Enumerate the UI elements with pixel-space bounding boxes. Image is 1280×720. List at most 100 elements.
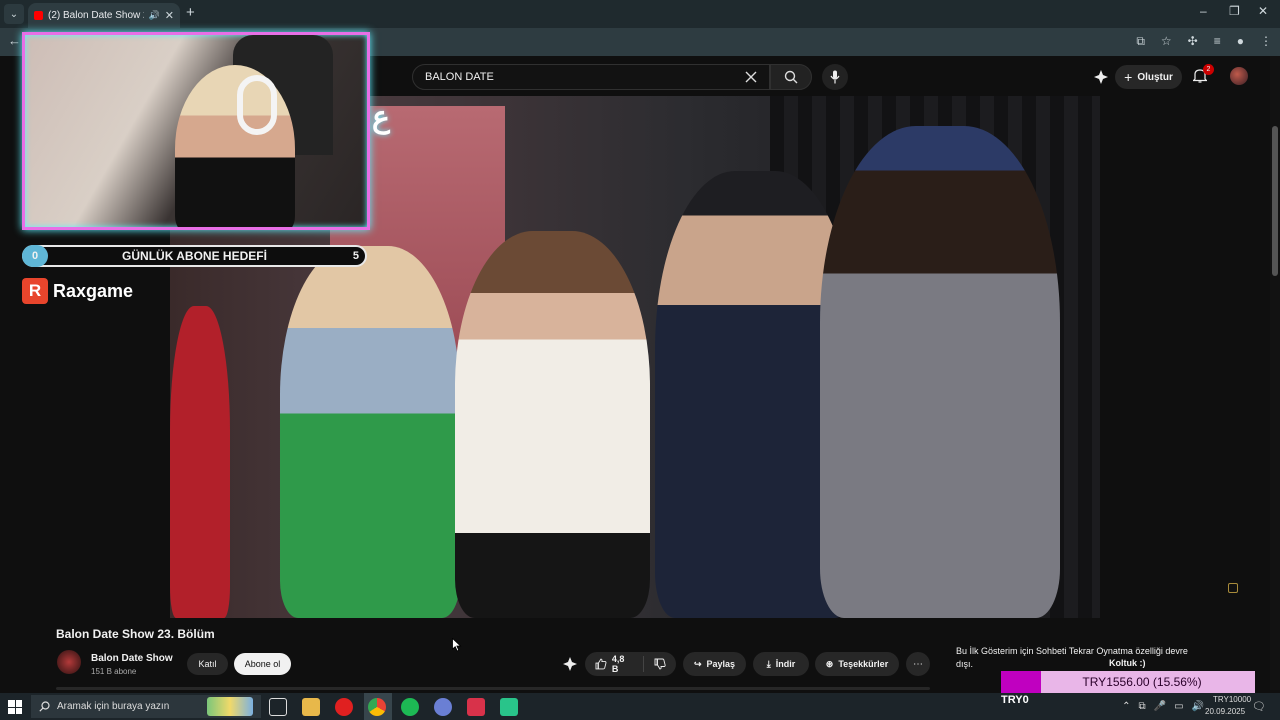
opera-icon[interactable] bbox=[335, 698, 353, 716]
dislike-button[interactable] bbox=[644, 658, 676, 670]
headset bbox=[237, 75, 277, 135]
bookmark-star-icon[interactable]: ☆ bbox=[1161, 34, 1172, 49]
streamer-webcam bbox=[22, 32, 370, 230]
video-person-green-dress bbox=[280, 246, 460, 618]
system-tray: ⌃ ⧉ 🎤 ▭ 🔊 bbox=[1122, 701, 1204, 712]
channel-name[interactable]: Balon Date Show bbox=[91, 653, 173, 664]
donation-goal-bar: TRY1556.00 (15.56%) bbox=[1001, 671, 1255, 693]
download-button[interactable]: ⤓ İndir bbox=[753, 652, 809, 676]
notification-center-icon[interactable]: 🗨 bbox=[1252, 700, 1266, 713]
search-query: BALON DATE bbox=[425, 71, 494, 83]
display-icon[interactable]: ▭ bbox=[1174, 701, 1183, 712]
overlay-decoration-icon: ع bbox=[372, 101, 390, 134]
browser-tab[interactable]: (2) Balon Date Show 23. Bölüm 🔊 ✕ bbox=[28, 3, 180, 28]
thanks-button[interactable]: ⊛ Teşekkürler bbox=[815, 652, 899, 676]
goal-label: GÜNLÜK ABONE HEDEFİ bbox=[122, 249, 267, 263]
windows-start-icon[interactable] bbox=[8, 700, 22, 714]
share-button[interactable]: ↪ Paylaş bbox=[683, 652, 746, 676]
download-icon: ⤓ bbox=[766, 658, 771, 669]
chrome-icon[interactable] bbox=[368, 698, 386, 716]
video-person-beret bbox=[820, 126, 1060, 618]
raxgame-wordmark: Raxgame bbox=[53, 280, 134, 301]
extensions-icon[interactable]: ✣ bbox=[1188, 34, 1198, 49]
minimize-button[interactable]: – bbox=[1200, 4, 1207, 18]
tab-search-button[interactable]: ⌄ bbox=[4, 4, 24, 24]
thanks-label: Teşekkürler bbox=[838, 659, 889, 669]
video-watermark-icon bbox=[1228, 583, 1238, 593]
donation-amount: TRY1556.00 (15.56%) bbox=[1082, 675, 1202, 689]
subscriber-goal-bar: 0 GÜNLÜK ABONE HEDEFİ 5 bbox=[22, 245, 367, 267]
video-person-red-dress bbox=[170, 306, 230, 618]
like-count: 4,8 B bbox=[611, 654, 625, 674]
super-thanks-icon: ⊛ bbox=[825, 658, 834, 669]
premium-sparkle-icon[interactable] bbox=[1094, 70, 1108, 84]
description-box-edge[interactable] bbox=[56, 687, 930, 690]
media-control-icon[interactable]: ≡ bbox=[1214, 34, 1221, 49]
youtube-favicon-icon bbox=[34, 11, 43, 20]
file-explorer-icon[interactable] bbox=[302, 698, 320, 716]
app-red-icon[interactable] bbox=[467, 698, 485, 716]
sponsor-logo: R Raxgame bbox=[22, 278, 133, 304]
download-label: İndir bbox=[775, 659, 796, 669]
taskbar-search[interactable]: Aramak için buraya yazın bbox=[31, 695, 261, 718]
volume-icon[interactable]: 🔊 bbox=[1192, 701, 1204, 712]
share-arrow-icon: ↪ bbox=[693, 658, 702, 669]
donation-goal-value: TRY10000 bbox=[1213, 695, 1252, 704]
create-label: Oluştur bbox=[1137, 71, 1173, 83]
taskbar-date[interactable]: 20.09.2025 bbox=[1205, 707, 1245, 716]
chat-replay-notice: Bu İlk Gösterim için Sohbeti Tekrar Oyna… bbox=[956, 646, 1188, 669]
new-tab-button[interactable]: + bbox=[186, 4, 195, 21]
thumbs-down-icon bbox=[654, 658, 666, 670]
task-view-icon[interactable] bbox=[269, 698, 287, 716]
goal-start-value: 0 bbox=[22, 245, 48, 267]
back-arrow-icon[interactable]: ← bbox=[8, 33, 21, 48]
microphone-icon bbox=[830, 70, 840, 84]
tab-title: (2) Balon Date Show 23. Bölüm bbox=[48, 10, 144, 21]
plus-icon: + bbox=[1124, 69, 1133, 85]
network-icon[interactable]: ⧉ bbox=[1139, 701, 1146, 712]
search-button[interactable] bbox=[770, 64, 812, 90]
channel-avatar[interactable] bbox=[57, 650, 81, 674]
search-highlight-image bbox=[207, 697, 253, 716]
screen: ⌄ (2) Balon Date Show 23. Bölüm 🔊 ✕ + – … bbox=[0, 0, 1280, 720]
more-actions-button[interactable]: ⋯ bbox=[906, 652, 930, 676]
install-icon[interactable]: ⧉ bbox=[1136, 34, 1145, 49]
toolbar-icons: ⧉ ☆ ✣ ≡ ● ⋮ bbox=[1136, 34, 1272, 49]
app-globe-icon[interactable] bbox=[434, 698, 452, 716]
clear-search-icon[interactable] bbox=[745, 71, 757, 83]
join-button[interactable]: Katıl bbox=[187, 653, 228, 675]
tray-chevron-icon[interactable]: ⌃ bbox=[1122, 701, 1130, 712]
account-avatar[interactable] bbox=[1230, 67, 1248, 85]
scrollbar-thumb[interactable] bbox=[1272, 126, 1278, 276]
app-green-icon[interactable] bbox=[500, 698, 518, 716]
raxgame-logo-icon: R bbox=[22, 278, 48, 304]
video-person-white-knit bbox=[455, 231, 650, 618]
ask-sparkle-icon[interactable] bbox=[563, 657, 577, 671]
mouse-cursor-icon bbox=[452, 638, 462, 652]
create-button[interactable]: + Oluştur bbox=[1115, 65, 1182, 89]
windows-taskbar: Aramak için buraya yazın bbox=[0, 693, 1280, 720]
taskbar-search-placeholder: Aramak için buraya yazın bbox=[57, 701, 170, 712]
thumbs-up-icon bbox=[595, 658, 607, 670]
like-dislike-group: 4,8 B bbox=[585, 652, 676, 676]
menu-icon[interactable]: ⋮ bbox=[1260, 34, 1272, 49]
donation-start-value: TRY0 bbox=[1001, 694, 1029, 706]
share-label: Paylaş bbox=[706, 659, 736, 669]
browser-tab-strip: ⌄ (2) Balon Date Show 23. Bölüm 🔊 ✕ + – … bbox=[0, 0, 1280, 28]
voice-search-button[interactable] bbox=[822, 64, 848, 90]
search-icon bbox=[784, 70, 798, 84]
spotify-icon[interactable] bbox=[401, 698, 419, 716]
goal-end-value: 5 bbox=[352, 250, 359, 262]
restore-button[interactable]: ❐ bbox=[1229, 4, 1240, 18]
page-scrollbar[interactable] bbox=[1270, 56, 1280, 690]
speaker-icon[interactable]: 🔊 bbox=[149, 10, 160, 21]
tab-close-icon[interactable]: ✕ bbox=[165, 9, 174, 22]
tray-mic-icon[interactable]: 🎤 bbox=[1154, 701, 1166, 712]
notification-badge: 2 bbox=[1203, 64, 1214, 75]
streamer-figure bbox=[175, 65, 295, 227]
like-button[interactable]: 4,8 B bbox=[585, 654, 644, 674]
profile-icon[interactable]: ● bbox=[1237, 34, 1244, 49]
search-input[interactable]: BALON DATE bbox=[412, 64, 770, 90]
close-window-button[interactable]: ✕ bbox=[1258, 4, 1268, 18]
subscribe-button[interactable]: Abone ol bbox=[234, 653, 291, 675]
